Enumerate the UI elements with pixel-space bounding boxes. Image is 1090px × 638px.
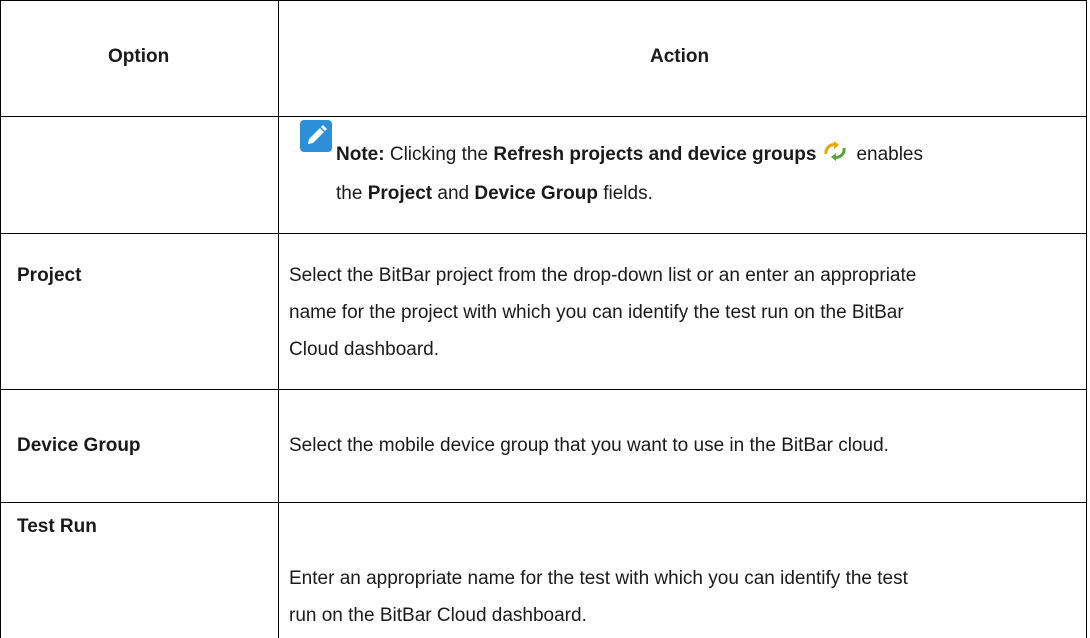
note-bold-text: Project xyxy=(367,183,433,204)
action-line: Enter an appropriate name for the test w… xyxy=(289,568,908,589)
note-bold-text: Refresh projects and device groups xyxy=(493,144,817,165)
note-text: and xyxy=(437,183,470,204)
note-text: enables xyxy=(856,144,923,165)
option-cell: Test Run xyxy=(17,516,97,537)
note-text: Clicking the xyxy=(389,144,489,165)
table-border-middle xyxy=(278,0,279,638)
action-line: name for the project with which you can … xyxy=(289,302,904,323)
pencil-note-icon xyxy=(300,120,332,152)
option-cell: Device Group xyxy=(17,435,141,456)
note-text: fields. xyxy=(603,183,653,204)
options-table: Option Action Note: Clicking the Refresh… xyxy=(0,0,1090,638)
row-separator xyxy=(0,233,1086,234)
action-line: Select the BitBar project from the drop-… xyxy=(289,265,917,286)
action-line: Cloud dashboard. xyxy=(289,339,439,360)
table-border-left xyxy=(0,0,1,638)
header-action: Action xyxy=(650,46,710,67)
action-line: run on the BitBar Cloud dashboard. xyxy=(289,605,587,626)
note-line-1: Note: Clicking the Refresh projects and … xyxy=(336,137,923,172)
note-line-2: the Project and Device Group fields. xyxy=(336,176,653,211)
note-label: Note: xyxy=(336,144,385,165)
header-separator xyxy=(0,116,1086,117)
option-cell: Project xyxy=(17,265,82,286)
note-bold-text: Device Group xyxy=(474,183,598,204)
row-separator xyxy=(0,389,1086,390)
action-line: Select the mobile device group that you … xyxy=(289,435,889,456)
table-border-right xyxy=(1086,0,1087,638)
header-option: Option xyxy=(108,46,170,67)
table-border-top xyxy=(0,0,1086,1)
note-text: the xyxy=(336,183,363,204)
row-separator xyxy=(0,502,1086,503)
refresh-arrows-icon xyxy=(822,139,848,161)
